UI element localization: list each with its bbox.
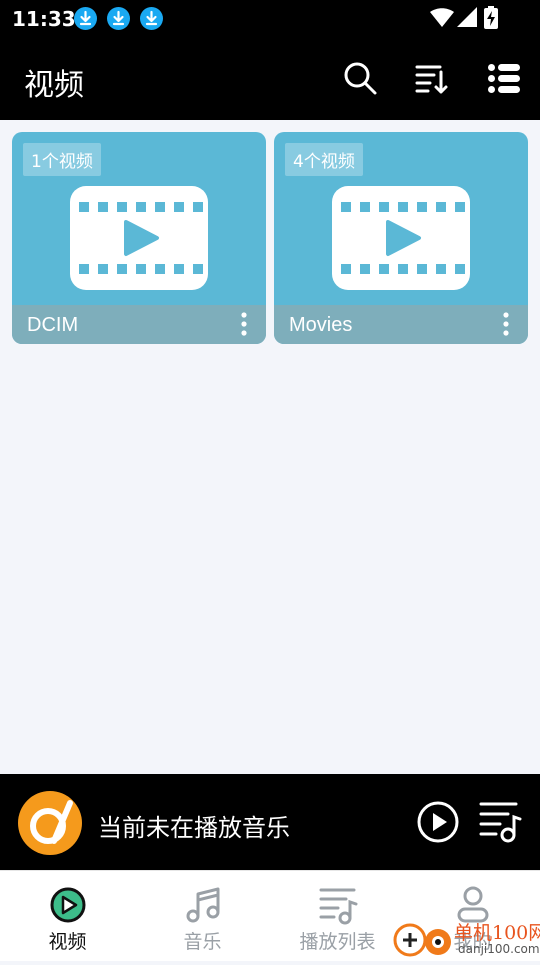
folder-footer: Movies <box>274 305 528 344</box>
video-film-icon <box>332 186 470 290</box>
download-icon <box>107 7 130 30</box>
tab-playlist[interactable]: 播放列表 <box>270 871 405 961</box>
status-bar: 11:33 <box>0 0 540 38</box>
list-view-icon <box>488 64 520 93</box>
tab-music[interactable]: 音乐 <box>135 871 270 961</box>
sort-icon <box>415 65 448 94</box>
more-options-icon[interactable] <box>232 311 256 337</box>
now-playing-text: 当前未在播放音乐 <box>98 814 290 842</box>
battery-charging-icon <box>484 6 498 29</box>
folder-grid: 1个视频 DCIM 4个视频 Movies <box>0 120 540 774</box>
folder-name: DCIM <box>27 314 79 336</box>
tab-label: 视频 <box>48 931 87 953</box>
video-play-icon <box>50 887 86 923</box>
watermark-url: danji100.com <box>458 942 540 956</box>
search-button[interactable] <box>342 60 378 96</box>
folder-footer: DCIM <box>12 305 266 344</box>
page-title: 视频 <box>24 68 84 103</box>
playlist-music-icon <box>479 802 522 843</box>
folder-card-movies[interactable]: 4个视频 Movies <box>274 132 528 344</box>
playlist-icon <box>319 888 358 925</box>
sort-button[interactable] <box>414 60 450 96</box>
play-button[interactable] <box>416 799 460 845</box>
signal-icon <box>457 7 477 27</box>
video-count-badge: 1个视频 <box>23 143 101 176</box>
tab-label: 播放列表 <box>299 931 376 953</box>
mini-player[interactable]: 当前未在播放音乐 <box>0 774 540 870</box>
video-count-badge: 4个视频 <box>285 143 363 176</box>
watermark-logo: 单机100网 danji100.com <box>392 916 540 960</box>
watermark-emblem-icon <box>393 923 451 957</box>
download-icon <box>140 7 163 30</box>
folder-card-dcim[interactable]: 1个视频 DCIM <box>12 132 266 344</box>
search-icon <box>344 62 377 95</box>
music-note-icon <box>186 887 220 923</box>
playlist-button[interactable] <box>478 799 522 845</box>
album-disc-icon <box>18 791 82 855</box>
play-icon <box>417 801 459 843</box>
video-film-icon <box>70 186 208 290</box>
folder-name: Movies <box>289 314 353 336</box>
tab-video[interactable]: 视频 <box>0 871 135 961</box>
download-icon <box>74 7 97 30</box>
wifi-icon <box>430 8 454 27</box>
list-view-button[interactable] <box>486 60 522 96</box>
more-options-icon[interactable] <box>494 311 518 337</box>
status-time: 11:33 <box>12 7 76 31</box>
watermark-text: 单机100网 <box>454 922 540 944</box>
tab-label: 音乐 <box>183 931 222 953</box>
app-bar: 视频 <box>0 38 540 120</box>
